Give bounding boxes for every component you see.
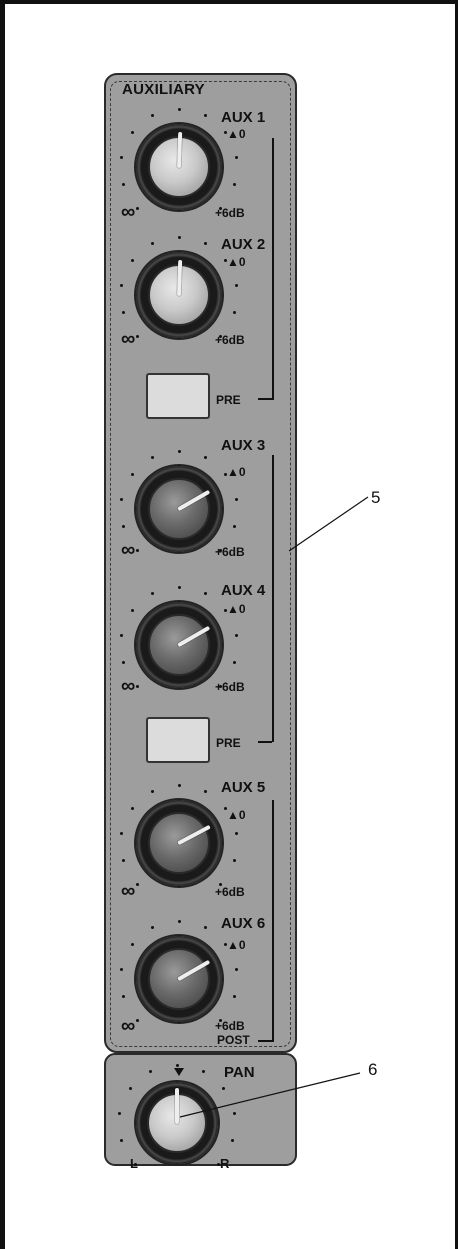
callout-6-line bbox=[179, 1072, 361, 1118]
callout-6-number: 6 bbox=[368, 1060, 378, 1079]
callout-5-number: 5 bbox=[371, 488, 381, 507]
callout-5-line bbox=[288, 496, 369, 552]
callout-lines bbox=[179, 496, 369, 1118]
